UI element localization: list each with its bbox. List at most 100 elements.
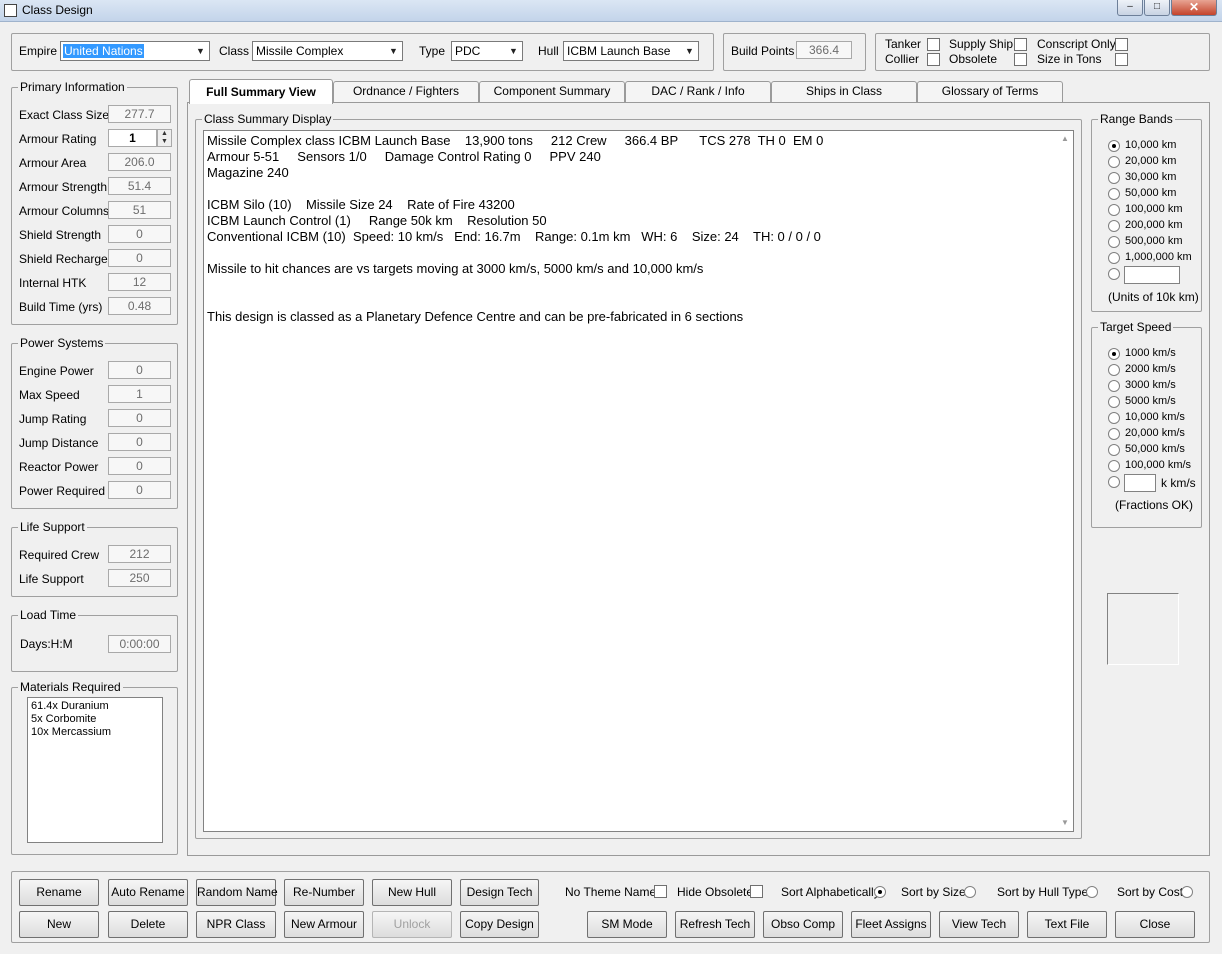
button-row1-1[interactable]: Auto Rename [108, 879, 188, 906]
spin-up-icon[interactable]: ▲ [158, 130, 171, 138]
supply-ship-checkbox[interactable] [1014, 38, 1027, 51]
button-right-3[interactable]: Fleet Assigns [851, 911, 931, 938]
scroll-down-icon[interactable]: ▼ [1057, 815, 1073, 831]
button-right-0[interactable]: SM Mode [587, 911, 667, 938]
range_bands-radio[interactable] [1108, 204, 1120, 216]
button-right-6[interactable]: Close [1115, 911, 1195, 938]
size-in-tons-checkbox[interactable] [1115, 53, 1128, 66]
maximize-button[interactable]: □ [1144, 0, 1170, 16]
tab-3[interactable]: DAC / Rank / Info [625, 81, 771, 102]
collier-checkbox[interactable] [927, 53, 940, 66]
summary-line: ICBM Silo (10) Missile Size 24 Rate of F… [207, 197, 515, 212]
empire-select[interactable]: United Nations ▼ [60, 41, 210, 61]
range_bands-option-label: 50,000 km [1125, 187, 1177, 199]
button-row2-3[interactable]: New Armour [284, 911, 364, 938]
range_bands-radio[interactable] [1108, 252, 1120, 264]
range_bands-radio[interactable] [1108, 140, 1120, 152]
tab-4[interactable]: Ships in Class [771, 81, 917, 102]
conscript-only-checkbox[interactable] [1115, 38, 1128, 51]
field-value: 0.48 [108, 297, 171, 315]
button-row1-5[interactable]: Design Tech [460, 879, 539, 906]
range_bands-option-label: 1,000,000 km [1125, 251, 1192, 263]
no-theme-name-checkbox[interactable] [654, 885, 667, 898]
button-row2-2[interactable]: NPR Class [196, 911, 276, 938]
button-right-5[interactable]: Text File [1027, 911, 1107, 938]
tab-0[interactable]: Full Summary View [189, 79, 333, 104]
button-row1-0[interactable]: Rename [19, 879, 99, 906]
primary-information-group: Primary Information Exact Class Size 277.… [11, 80, 178, 325]
minimize-button[interactable]: – [1117, 0, 1143, 16]
sort-hull-radio[interactable] [1086, 886, 1098, 898]
class-summary-text[interactable]: Missile Complex class ICBM Launch Base 1… [203, 130, 1074, 832]
target_speed-radio[interactable] [1108, 444, 1120, 456]
field-value: 0 [108, 361, 171, 379]
button-row1-3[interactable]: Re-Number [284, 879, 364, 906]
armour-rating-spinner[interactable]: ▲ ▼ [157, 129, 172, 147]
speed-custom-radio[interactable] [1108, 476, 1120, 488]
tab-1[interactable]: Ordnance / Fighters [333, 81, 479, 102]
button-row1-4[interactable]: New Hull [372, 879, 452, 906]
target_speed-radio[interactable] [1108, 428, 1120, 440]
target_speed-radio[interactable] [1108, 348, 1120, 360]
target_speed-radio[interactable] [1108, 380, 1120, 392]
chevron-down-icon: ▼ [389, 46, 398, 56]
materials-list[interactable]: 61.4x Duranium 5x Corbomite 10x Mercassium [27, 697, 163, 843]
summary-line: Armour 5-51 Sensors 1/0 Damage Control R… [207, 149, 601, 164]
button-right-4[interactable]: View Tech [939, 911, 1019, 938]
selection-group: Empire United Nations ▼ Class Missile Co… [11, 33, 714, 71]
target_speed-radio[interactable] [1108, 396, 1120, 408]
build-points-value: 366.4 [796, 41, 852, 59]
tanker-checkbox[interactable] [927, 38, 940, 51]
tanker-label: Tanker [885, 37, 922, 51]
target_speed-radio[interactable] [1108, 412, 1120, 424]
close-window-button[interactable]: ✕ [1171, 0, 1217, 16]
target_speed-option-label: 2000 km/s [1125, 363, 1176, 375]
class-summary-title: Class Summary Display [202, 112, 334, 126]
hull-select[interactable]: ICBM Launch Base ▼ [563, 41, 699, 61]
hide-obsolete-checkbox[interactable] [750, 885, 763, 898]
materials-title: Materials Required [18, 680, 123, 694]
button-row1-2[interactable]: Random Name [196, 879, 278, 906]
target_speed-option-label: 3000 km/s [1125, 379, 1176, 391]
field-value: 0 [108, 409, 171, 427]
class-select[interactable]: Missile Complex ▼ [252, 41, 403, 61]
range_bands-radio[interactable] [1108, 156, 1120, 168]
sort-alpha-label: Sort Alphabetically [781, 885, 880, 899]
target_speed-radio[interactable] [1108, 364, 1120, 376]
type-select[interactable]: PDC ▼ [451, 41, 523, 61]
speed-custom-input[interactable] [1124, 474, 1156, 492]
scroll-up-icon[interactable]: ▲ [1057, 131, 1073, 147]
sort-size-radio[interactable] [964, 886, 976, 898]
fractions-note: (Fractions OK) [1115, 498, 1194, 512]
summary-scrollbar[interactable]: ▲ ▼ [1057, 131, 1073, 831]
field-label: Engine Power [19, 364, 94, 378]
range-custom-radio[interactable] [1108, 268, 1120, 280]
field-value: 206.0 [108, 153, 171, 171]
range-custom-input[interactable] [1124, 266, 1180, 284]
range_bands-radio[interactable] [1108, 172, 1120, 184]
target_speed-radio[interactable] [1108, 460, 1120, 472]
type-value: PDC [455, 44, 481, 58]
tab-2[interactable]: Component Summary [479, 81, 625, 102]
range_bands-radio[interactable] [1108, 236, 1120, 248]
field-value: 212 [108, 545, 171, 563]
target_speed-option-label: 10,000 km/s [1125, 411, 1185, 423]
tab-5[interactable]: Glossary of Terms [917, 81, 1063, 102]
button-right-1[interactable]: Refresh Tech [675, 911, 755, 938]
window-title: Class Design [22, 3, 93, 17]
sort-alpha-radio[interactable] [874, 886, 886, 898]
range_bands-radio[interactable] [1108, 188, 1120, 200]
button-row2-1[interactable]: Delete [108, 911, 188, 938]
life-support-group: Life Support Required Crew 212 Life Suppor… [11, 520, 178, 597]
button-row2-0[interactable]: New [19, 911, 99, 938]
list-item: 5x Corbomite [31, 713, 97, 725]
spin-down-icon[interactable]: ▼ [158, 138, 171, 146]
button-right-2[interactable]: Obso Comp [763, 911, 843, 938]
field-value: 51.4 [108, 177, 171, 195]
button-row2-5[interactable]: Copy Design [460, 911, 539, 938]
sort-cost-radio[interactable] [1181, 886, 1193, 898]
range_bands-radio[interactable] [1108, 220, 1120, 232]
armour-rating-input[interactable]: 1 [108, 129, 157, 147]
obsolete-checkbox[interactable] [1014, 53, 1027, 66]
field-label: Shield Strength [19, 228, 102, 242]
